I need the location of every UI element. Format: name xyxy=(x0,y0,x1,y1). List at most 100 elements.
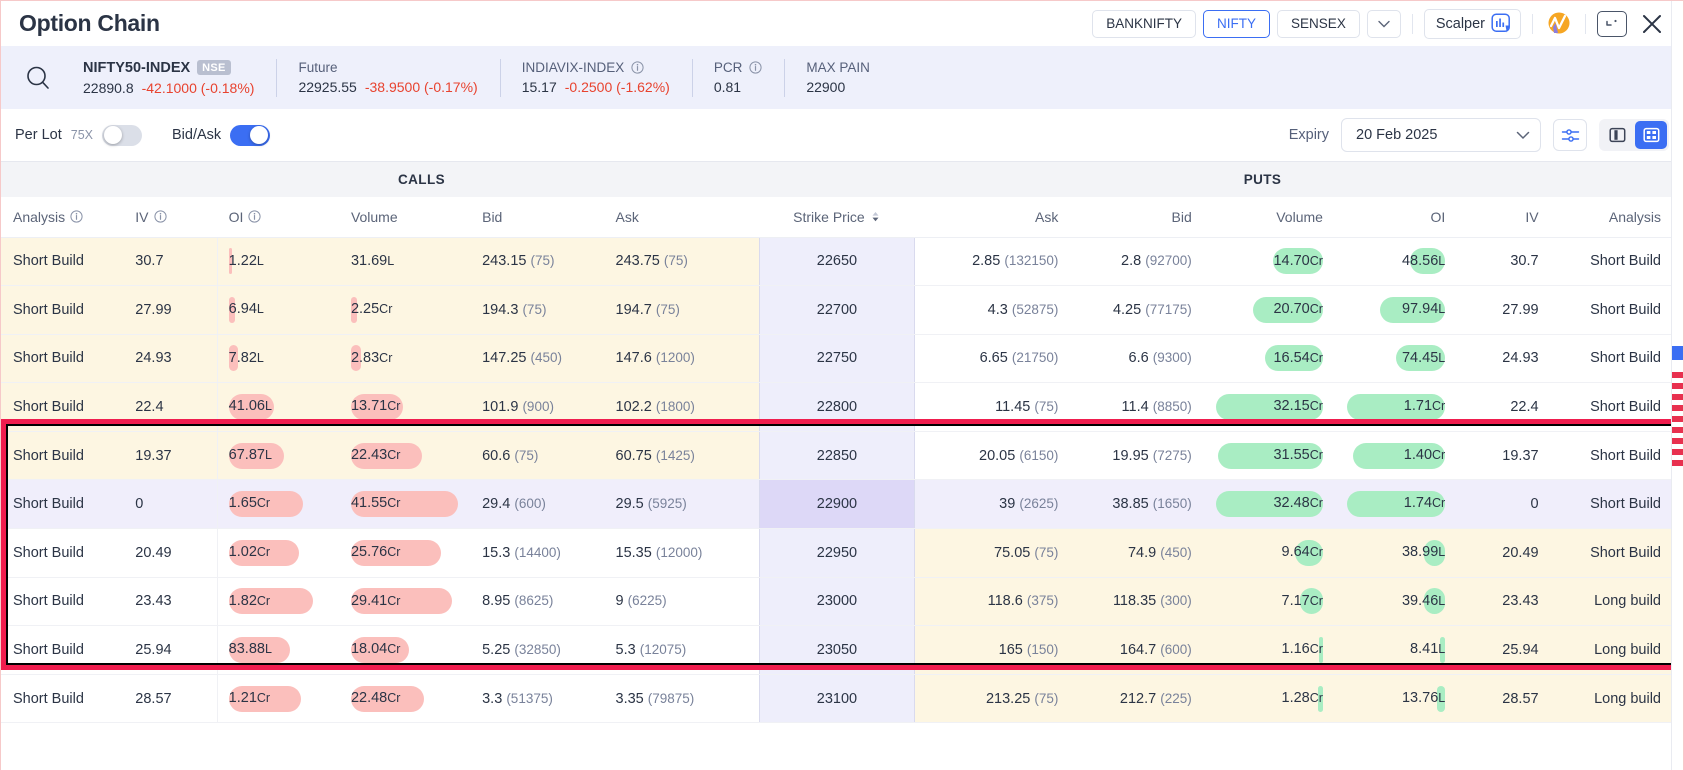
call-oi-cell[interactable]: 1.65Cr xyxy=(216,479,339,530)
call-volume-cell[interactable]: 31.69L xyxy=(338,237,471,287)
col-strike-price[interactable]: Strike Price xyxy=(759,197,915,238)
strike-price-cell[interactable]: 23050 xyxy=(758,625,916,675)
put-bid-cell[interactable]: 118.35 (300) xyxy=(1070,577,1204,627)
strike-price-cell[interactable]: 22700 xyxy=(758,285,916,335)
put-analysis-cell[interactable]: Short Build xyxy=(1550,528,1673,578)
put-iv-cell[interactable]: 23.43 xyxy=(1457,577,1551,627)
put-oi-cell[interactable]: 38.99L xyxy=(1334,528,1458,578)
call-analysis-cell[interactable]: Short Build xyxy=(1,625,124,675)
put-analysis-cell[interactable]: Short Build xyxy=(1550,382,1673,432)
settings-filter-button[interactable] xyxy=(1553,119,1587,151)
call-ask-cell[interactable]: 147.6 (1200) xyxy=(603,334,760,384)
put-volume-cell[interactable]: 1.28Cr xyxy=(1203,674,1335,724)
put-analysis-cell[interactable]: Short Build xyxy=(1550,334,1673,384)
call-oi-cell[interactable]: 1.21Cr xyxy=(216,674,339,724)
table-row[interactable]: Short Build 22.4 41.06L 13.71Cr 101.9 (900) 1… xyxy=(1,382,1673,432)
table-row[interactable]: Short Build 19.37 67.87L 22.43Cr 60.6 (75) 60… xyxy=(1,431,1673,481)
put-oi-cell[interactable]: 97.94L xyxy=(1334,285,1458,335)
put-ask-cell[interactable]: 39 (2625) xyxy=(914,479,1071,530)
call-volume-cell[interactable]: 22.48Cr xyxy=(338,674,471,724)
call-bid-cell[interactable]: 243.15 (75) xyxy=(470,237,604,287)
call-oi-cell[interactable]: 1.02Cr xyxy=(216,528,339,578)
put-volume-cell[interactable]: 14.70Cr xyxy=(1203,237,1335,287)
call-volume-cell[interactable]: 13.71Cr xyxy=(338,382,471,432)
put-oi-cell[interactable]: 1.40Cr xyxy=(1334,431,1458,481)
call-bid-cell[interactable]: 194.3 (75) xyxy=(470,285,604,335)
call-bid-cell[interactable]: 101.9 (900) xyxy=(470,382,604,432)
col-put-analysis[interactable]: Analysis xyxy=(1550,197,1673,238)
call-analysis-cell[interactable]: Short Build xyxy=(1,431,124,481)
put-ask-cell[interactable]: 4.3 (52875) xyxy=(914,285,1071,335)
call-volume-cell[interactable]: 2.25Cr xyxy=(338,285,471,335)
put-ask-cell[interactable]: 75.05 (75) xyxy=(914,528,1071,578)
call-ask-cell[interactable]: 15.35 (12000) xyxy=(603,528,760,578)
col-call-analysis[interactable]: Analysis xyxy=(1,197,124,238)
put-ask-cell[interactable]: 20.05 (6150) xyxy=(914,431,1071,481)
index-tab-nifty[interactable]: NIFTY xyxy=(1203,9,1271,38)
put-iv-cell[interactable]: 25.94 xyxy=(1457,625,1551,675)
bid-ask-toggle[interactable] xyxy=(230,124,271,146)
strike-price-cell[interactable]: 22900 xyxy=(758,479,916,530)
put-iv-cell[interactable]: 24.93 xyxy=(1457,334,1551,384)
put-iv-cell[interactable]: 19.37 xyxy=(1457,431,1551,481)
call-analysis-cell[interactable]: Short Build xyxy=(1,382,124,432)
put-volume-cell[interactable]: 31.55Cr xyxy=(1203,431,1335,481)
call-bid-cell[interactable]: 147.25 (450) xyxy=(470,334,604,384)
call-oi-cell[interactable]: 7.82L xyxy=(216,334,339,384)
put-oi-cell[interactable]: 39.46L xyxy=(1334,577,1458,627)
table-row[interactable]: Short Build 24.93 7.82L 2.83Cr 147.25 (450) 1… xyxy=(1,334,1673,384)
call-oi-cell[interactable]: 1.82Cr xyxy=(216,577,339,627)
col-put-volume[interactable]: Volume xyxy=(1203,197,1335,238)
put-volume-cell[interactable]: 9.64Cr xyxy=(1203,528,1335,578)
index-tab-banknifty[interactable]: BANKNIFTY xyxy=(1092,9,1197,38)
col-call-oi[interactable]: OI xyxy=(216,197,339,238)
put-iv-cell[interactable]: 30.7 xyxy=(1457,237,1551,287)
put-iv-cell[interactable]: 0 xyxy=(1457,479,1551,530)
put-volume-cell[interactable]: 32.15Cr xyxy=(1203,382,1335,432)
call-bid-cell[interactable]: 3.3 (51375) xyxy=(470,674,604,724)
call-analysis-cell[interactable]: Short Build xyxy=(1,479,124,530)
call-ask-cell[interactable]: 243.75 (75) xyxy=(603,237,760,287)
put-iv-cell[interactable]: 27.99 xyxy=(1457,285,1551,335)
col-call-bid[interactable]: Bid xyxy=(470,197,604,238)
put-iv-cell[interactable]: 28.57 xyxy=(1457,674,1551,724)
col-call-iv[interactable]: IV xyxy=(123,197,217,238)
call-iv-cell[interactable]: 0 xyxy=(123,479,217,530)
call-volume-cell[interactable]: 41.55Cr xyxy=(338,479,471,530)
put-oi-cell[interactable]: 1.71Cr xyxy=(1334,382,1458,432)
call-volume-cell[interactable]: 22.43Cr xyxy=(338,431,471,481)
call-ask-cell[interactable]: 5.3 (12075) xyxy=(603,625,760,675)
expiry-dropdown[interactable]: 20 Feb 2025 xyxy=(1341,118,1541,152)
col-put-iv[interactable]: IV xyxy=(1457,197,1551,238)
table-row[interactable]: Short Build 23.43 1.82Cr 29.41Cr 8.95 (8625)… xyxy=(1,577,1673,627)
call-analysis-cell[interactable]: Short Build xyxy=(1,237,124,287)
call-volume-cell[interactable]: 25.76Cr xyxy=(338,528,471,578)
table-row[interactable]: Short Build 0 1.65Cr 41.55Cr 29.4 (600) 29.5 … xyxy=(1,479,1673,530)
strike-price-cell[interactable]: 22800 xyxy=(758,382,916,432)
call-iv-cell[interactable]: 25.94 xyxy=(123,625,217,675)
put-analysis-cell[interactable]: Short Build xyxy=(1550,237,1673,287)
scalper-button[interactable]: Scalper xyxy=(1423,8,1521,39)
info-icon[interactable] xyxy=(749,61,762,74)
put-bid-cell[interactable]: 164.7 (600) xyxy=(1070,625,1204,675)
put-analysis-cell[interactable]: Long build xyxy=(1550,625,1673,675)
brand-logo-icon[interactable] xyxy=(1544,9,1574,39)
put-bid-cell[interactable]: 38.85 (1650) xyxy=(1070,479,1204,530)
put-volume-cell[interactable]: 32.48Cr xyxy=(1203,479,1335,530)
put-volume-cell[interactable]: 1.16Cr xyxy=(1203,625,1335,675)
col-put-ask[interactable]: Ask xyxy=(914,197,1071,238)
put-oi-cell[interactable]: 74.45L xyxy=(1334,334,1458,384)
call-analysis-cell[interactable]: Short Build xyxy=(1,285,124,335)
put-analysis-cell[interactable]: Long build xyxy=(1550,674,1673,724)
put-oi-cell[interactable]: 48.56L xyxy=(1334,237,1458,287)
per-lot-toggle[interactable] xyxy=(102,124,142,146)
call-iv-cell[interactable]: 28.57 xyxy=(123,674,217,724)
call-volume-cell[interactable]: 18.04Cr xyxy=(338,625,471,675)
info-icon[interactable] xyxy=(631,61,644,74)
call-bid-cell[interactable]: 15.3 (14400) xyxy=(470,528,604,578)
call-oi-cell[interactable]: 1.22L xyxy=(216,237,339,287)
put-analysis-cell[interactable]: Long build xyxy=(1550,577,1673,627)
strike-price-cell[interactable]: 22950 xyxy=(758,528,916,578)
put-bid-cell[interactable]: 74.9 (450) xyxy=(1070,528,1204,578)
put-ask-cell[interactable]: 11.45 (75) xyxy=(914,382,1071,432)
